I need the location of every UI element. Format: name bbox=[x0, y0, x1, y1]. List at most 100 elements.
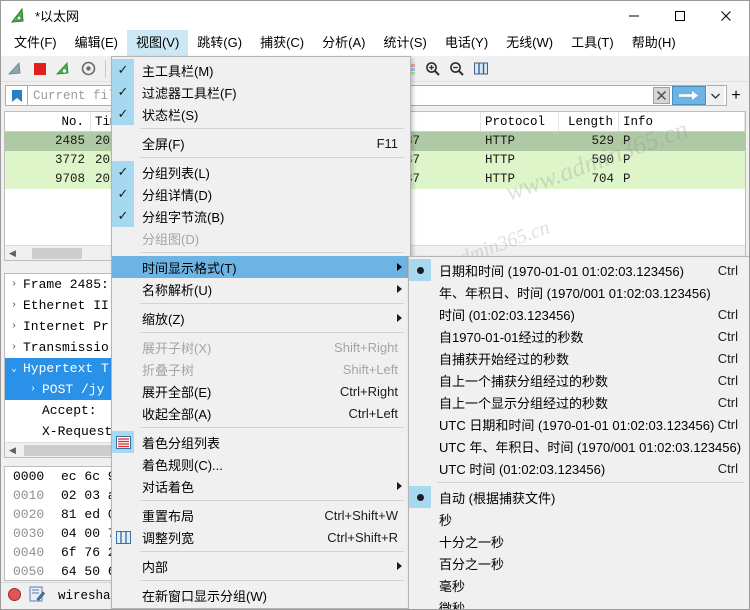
view-internals[interactable]: 内部 bbox=[112, 555, 410, 577]
time-seconds-since-beginning-of-capture[interactable]: 自捕获开始经过的秒数 Ctrl bbox=[409, 347, 749, 369]
time-seconds-since-epoch[interactable]: 自1970-01-01经过的秒数 Ctrl bbox=[409, 325, 749, 347]
stop-capture-icon[interactable] bbox=[29, 58, 51, 80]
time-hundredths-of-a-second[interactable]: 百分之一秒 bbox=[409, 552, 749, 574]
close-button[interactable] bbox=[703, 1, 749, 30]
view-packet-diagram[interactable]: 分组图(D) bbox=[112, 227, 410, 249]
menu-go[interactable]: 跳转(G) bbox=[188, 30, 251, 56]
view-filter-toolbar[interactable]: ✓ 过滤器工具栏(F) bbox=[112, 81, 410, 103]
radio-dot-icon bbox=[409, 325, 431, 347]
time-time-of-day[interactable]: 时间 (01:02:03.123456) Ctrl bbox=[409, 303, 749, 325]
view-time-display-format[interactable]: 时间显示格式(T) bbox=[112, 256, 410, 278]
view-coloring-rules[interactable]: 着色规则(C)... bbox=[112, 453, 410, 475]
cell-info: P bbox=[623, 172, 631, 186]
scrollbar-thumb[interactable] bbox=[32, 247, 82, 259]
view-main-toolbar[interactable]: ✓ 主工具栏(M) bbox=[112, 59, 410, 81]
packet-comment-icon[interactable] bbox=[29, 586, 45, 606]
time-utc-date-and-time-of-day[interactable]: UTC 日期和时间 (1970-01-01 01:02:03.123456) Ct… bbox=[409, 413, 749, 435]
menu-wireless[interactable]: 无线(W) bbox=[497, 30, 562, 56]
clear-filter-icon[interactable] bbox=[653, 87, 670, 104]
menu-help[interactable]: 帮助(H) bbox=[623, 30, 685, 56]
view-status-bar[interactable]: ✓ 状态栏(S) bbox=[112, 103, 410, 125]
menu-statistics[interactable]: 统计(S) bbox=[374, 30, 435, 56]
view-dropdown-menu[interactable]: ✓ 主工具栏(M) ✓ 过滤器工具栏(F) ✓ 状态栏(S) 全屏(F) F11 ✓ 分组列表(L… bbox=[111, 56, 411, 609]
menu-item-gutter bbox=[112, 358, 134, 380]
restart-capture-icon[interactable] bbox=[53, 58, 75, 80]
time-seconds[interactable]: 秒 bbox=[409, 508, 749, 530]
submenu-arrow-icon bbox=[397, 314, 402, 322]
view-packet-bytes[interactable]: ✓ 分组字节流(B) bbox=[112, 205, 410, 227]
time-year-doy-and-time[interactable]: 年、年积日、时间 (1970/001 01:02:03.123456) bbox=[409, 281, 749, 303]
view-colorize-packet-list[interactable]: 着色分组列表 bbox=[112, 431, 410, 453]
chevron-down-icon[interactable] bbox=[707, 86, 724, 105]
bookmark-icon[interactable] bbox=[5, 85, 27, 106]
time-milliseconds[interactable]: 毫秒 bbox=[409, 574, 749, 596]
menu-edit[interactable]: 编辑(E) bbox=[66, 30, 127, 56]
time-date-and-time-of-day[interactable]: 日期和时间 (1970-01-01 01:02:03.123456) Ctrl bbox=[409, 259, 749, 281]
menu-item-label: 全屏(F) bbox=[142, 136, 185, 152]
wireshark-window: *以太网 文件(F) 编辑(E) 视图(V) 跳转(G) 捕获(C) 分析(A) 统计(S)… bbox=[0, 0, 750, 610]
scroll-left-icon[interactable]: ◀ bbox=[5, 246, 20, 260]
menu-telephony[interactable]: 电话(Y) bbox=[436, 30, 497, 56]
view-fullscreen[interactable]: 全屏(F) F11 bbox=[112, 132, 410, 154]
apply-filter-arrow-icon[interactable] bbox=[672, 86, 706, 105]
menu-item-shortcut: Ctrl bbox=[717, 306, 738, 322]
chevron-down-icon[interactable]: ⌄ bbox=[5, 363, 23, 375]
zoom-in-icon[interactable] bbox=[422, 58, 444, 80]
menu-capture[interactable]: 捕获(C) bbox=[251, 30, 313, 56]
capture-options-icon[interactable] bbox=[77, 58, 99, 80]
scroll-left-icon[interactable]: ◀ bbox=[5, 443, 20, 457]
wireshark-fin-icon bbox=[10, 7, 28, 24]
chevron-right-icon[interactable]: › bbox=[5, 279, 23, 290]
view-name-resolution[interactable]: 名称解析(U) bbox=[112, 278, 410, 300]
menu-file[interactable]: 文件(F) bbox=[5, 30, 66, 56]
chevron-right-icon[interactable]: › bbox=[5, 321, 23, 332]
view-packet-details[interactable]: ✓ 分组详情(D) bbox=[112, 183, 410, 205]
menu-item-label: UTC 时间 (01:02:03.123456) bbox=[439, 461, 606, 477]
view-reset-layout[interactable]: 重置布局 Ctrl+Shift+W bbox=[112, 504, 410, 526]
time-tenths-of-a-second[interactable]: 十分之一秒 bbox=[409, 530, 749, 552]
time-seconds-since-previous-displayed-packet[interactable]: 自上一个显示分组经过的秒数 Ctrl bbox=[409, 391, 749, 413]
time-utc-time-of-day[interactable]: UTC 时间 (01:02:03.123456) Ctrl bbox=[409, 457, 749, 479]
column-header[interactable]: No. bbox=[5, 112, 91, 131]
column-header[interactable]: Length bbox=[559, 112, 619, 131]
view-expand-subtrees[interactable]: 展开子树(X) Shift+Right bbox=[112, 336, 410, 358]
chevron-right-icon[interactable]: › bbox=[5, 342, 23, 353]
menu-item-shortcut: Ctrl+Shift+W bbox=[324, 507, 398, 523]
menu-analyze[interactable]: 分析(A) bbox=[313, 30, 374, 56]
view-packet-list[interactable]: ✓ 分组列表(L) bbox=[112, 161, 410, 183]
minimize-button[interactable] bbox=[611, 1, 657, 30]
view-collapse-subtrees[interactable]: 折叠子树 Shift+Left bbox=[112, 358, 410, 380]
maximize-button[interactable] bbox=[657, 1, 703, 30]
time-display-format-submenu[interactable]: 日期和时间 (1970-01-01 01:02:03.123456) Ctrl 年、… bbox=[408, 256, 749, 610]
view-resize-columns[interactable]: 调整列宽 Ctrl+Shift+R bbox=[112, 526, 410, 548]
menu-tools[interactable]: 工具(T) bbox=[562, 30, 623, 56]
column-header[interactable]: Protocol bbox=[481, 112, 559, 131]
capture-status-icon[interactable] bbox=[7, 587, 22, 606]
add-filter-button[interactable]: + bbox=[727, 87, 745, 105]
cell-info: P bbox=[623, 153, 631, 167]
radio-dot-icon bbox=[409, 508, 431, 530]
menu-view[interactable]: 视图(V) bbox=[126, 30, 189, 56]
detail-tree-label: Internet Pr bbox=[23, 319, 109, 334]
chevron-right-icon[interactable]: › bbox=[5, 300, 23, 311]
view-colorize-conversation[interactable]: 对话着色 bbox=[112, 475, 410, 497]
view-show-packet-in-new-window[interactable]: 在新窗口显示分组(W) bbox=[112, 584, 410, 606]
zoom-out-icon[interactable] bbox=[446, 58, 468, 80]
menu-item-label: 过滤器工具栏(F) bbox=[142, 85, 237, 101]
colorize-list-icon bbox=[112, 431, 134, 453]
menu-item-gutter bbox=[112, 380, 134, 402]
column-header[interactable]: Info bbox=[619, 112, 745, 131]
start-capture-icon[interactable] bbox=[5, 58, 27, 80]
radio-dot-icon bbox=[409, 259, 431, 281]
time-microseconds[interactable]: 微秒 bbox=[409, 596, 749, 610]
detail-tree-label: X-Request bbox=[42, 424, 113, 439]
time-seconds-since-previous-captured-packet[interactable]: 自上一个捕获分组经过的秒数 Ctrl bbox=[409, 369, 749, 391]
time-automatic[interactable]: 自动 (根据捕获文件) bbox=[409, 486, 749, 508]
radio-dot-icon bbox=[409, 281, 431, 303]
time-utc-year-doy-and-time[interactable]: UTC 年、年积日、时间 (1970/001 01:02:03.123456) bbox=[409, 435, 749, 457]
resize-columns-icon[interactable] bbox=[470, 58, 492, 80]
view-expand-all[interactable]: 展开全部(E) Ctrl+Right bbox=[112, 380, 410, 402]
chevron-right-icon[interactable]: › bbox=[24, 384, 42, 395]
view-zoom[interactable]: 缩放(Z) bbox=[112, 307, 410, 329]
view-collapse-all[interactable]: 收起全部(A) Ctrl+Left bbox=[112, 402, 410, 424]
